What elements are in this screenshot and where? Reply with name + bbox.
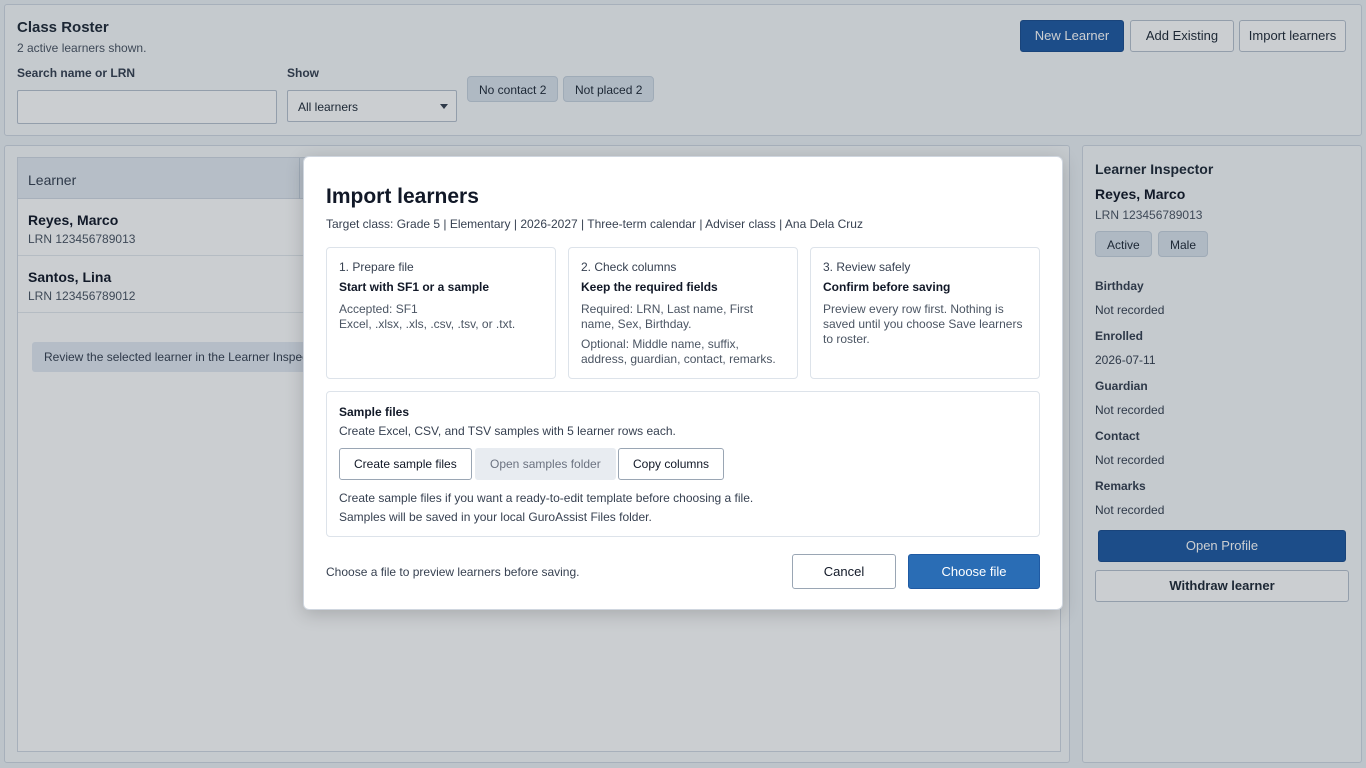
- step-text: Preview every row first. Nothing is save…: [823, 302, 1023, 346]
- step-heading: Start with SF1 or a sample: [339, 280, 490, 294]
- step-label: 2. Check columns: [581, 260, 677, 274]
- choose-file-button[interactable]: Choose file: [908, 554, 1040, 589]
- step-label: 1. Prepare file: [339, 260, 414, 274]
- sample-files-section: Sample files Create Excel, CSV, and TSV …: [326, 391, 1040, 537]
- step-card-prepare: 1. Prepare file Start with SF1 or a samp…: [326, 247, 556, 379]
- copy-columns-button[interactable]: Copy columns: [618, 448, 725, 480]
- cancel-button[interactable]: Cancel: [792, 554, 896, 589]
- sample-files-description: Create Excel, CSV, and TSV samples with …: [339, 424, 676, 438]
- step-text: Excel, .xlsx, .xls, .csv, .tsv, or .txt.: [339, 317, 516, 331]
- step-card-review: 3. Review safely Confirm before saving P…: [810, 247, 1040, 379]
- create-sample-files-button[interactable]: Create sample files: [339, 448, 472, 480]
- step-heading: Confirm before saving: [823, 280, 951, 294]
- step-heading: Keep the required fields: [581, 280, 718, 294]
- step-card-columns: 2. Check columns Keep the required field…: [568, 247, 798, 379]
- optional-columns-text: Optional: Middle name, suffix, address, …: [581, 337, 776, 366]
- sample-note: Create sample files if you want a ready-…: [339, 491, 754, 505]
- step-text: Accepted: SF1: [339, 302, 418, 316]
- sample-files-title: Sample files: [339, 405, 410, 419]
- import-learners-dialog: Import learners Target class: Grade 5 | …: [303, 156, 1063, 610]
- open-samples-folder-button[interactable]: Open samples folder: [475, 448, 616, 480]
- dialog-title: Import learners: [326, 185, 479, 208]
- target-class-text: Target class: Grade 5 | Elementary | 202…: [326, 217, 863, 231]
- sample-location-note: Samples will be saved in your local Guro…: [339, 510, 652, 524]
- required-columns-text: Required: LRN, Last name, First name, Se…: [581, 302, 754, 331]
- dialog-footer-text: Choose a file to preview learners before…: [326, 565, 580, 579]
- step-label: 3. Review safely: [823, 260, 911, 274]
